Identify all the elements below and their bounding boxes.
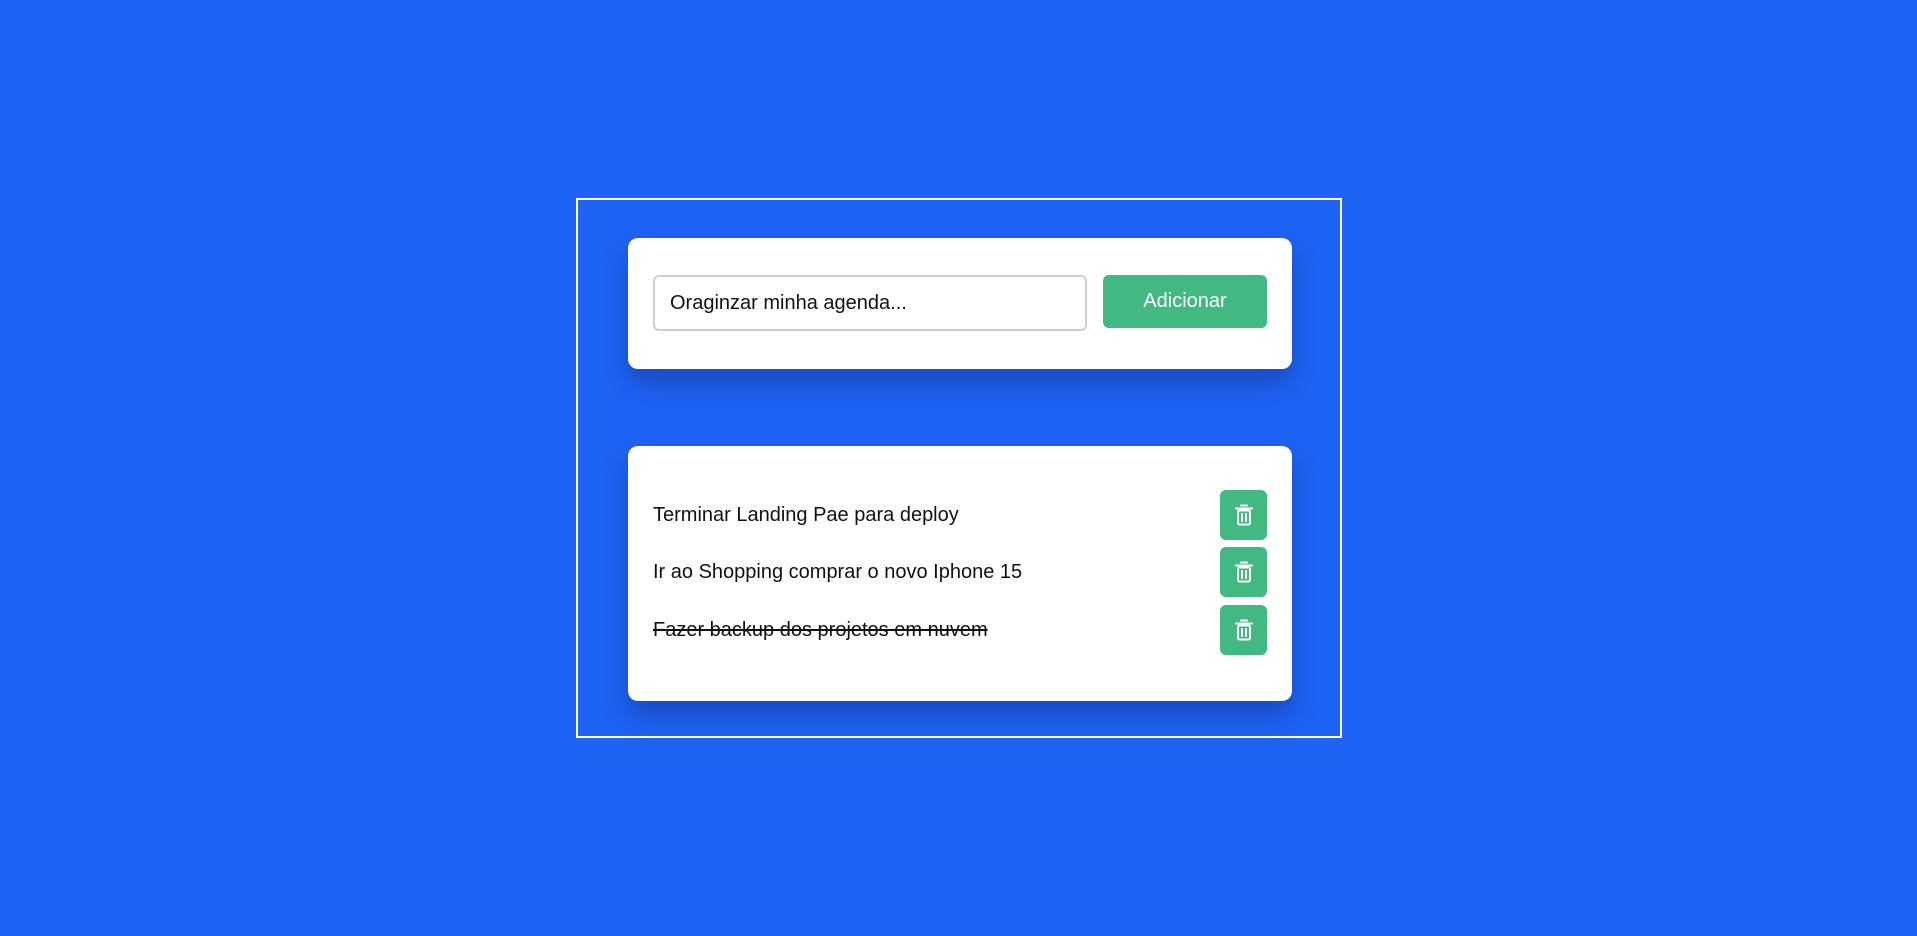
task-item: Fazer backup dos projetos em nuvem (653, 605, 1267, 655)
new-task-input[interactable] (653, 275, 1087, 331)
task-item: Terminar Landing Pae para deploy (653, 490, 1267, 540)
trash-icon (1234, 561, 1253, 583)
task-text[interactable]: Ir ao Shopping comprar o novo Iphone 15 (653, 547, 1022, 597)
task-item: Ir ao Shopping comprar o novo Iphone 15 (653, 547, 1267, 597)
add-task-button[interactable]: Adicionar (1103, 275, 1267, 328)
trash-icon (1234, 619, 1253, 641)
delete-task-button[interactable] (1220, 490, 1267, 540)
new-task-card: Adicionar (628, 238, 1292, 369)
task-text[interactable]: Fazer backup dos projetos em nuvem (653, 605, 988, 655)
trash-icon (1234, 504, 1253, 526)
task-list: Terminar Landing Pae para deploy Ir ao S… (628, 446, 1292, 701)
delete-task-button[interactable] (1220, 547, 1267, 597)
task-text[interactable]: Terminar Landing Pae para deploy (653, 490, 959, 540)
delete-task-button[interactable] (1220, 605, 1267, 655)
